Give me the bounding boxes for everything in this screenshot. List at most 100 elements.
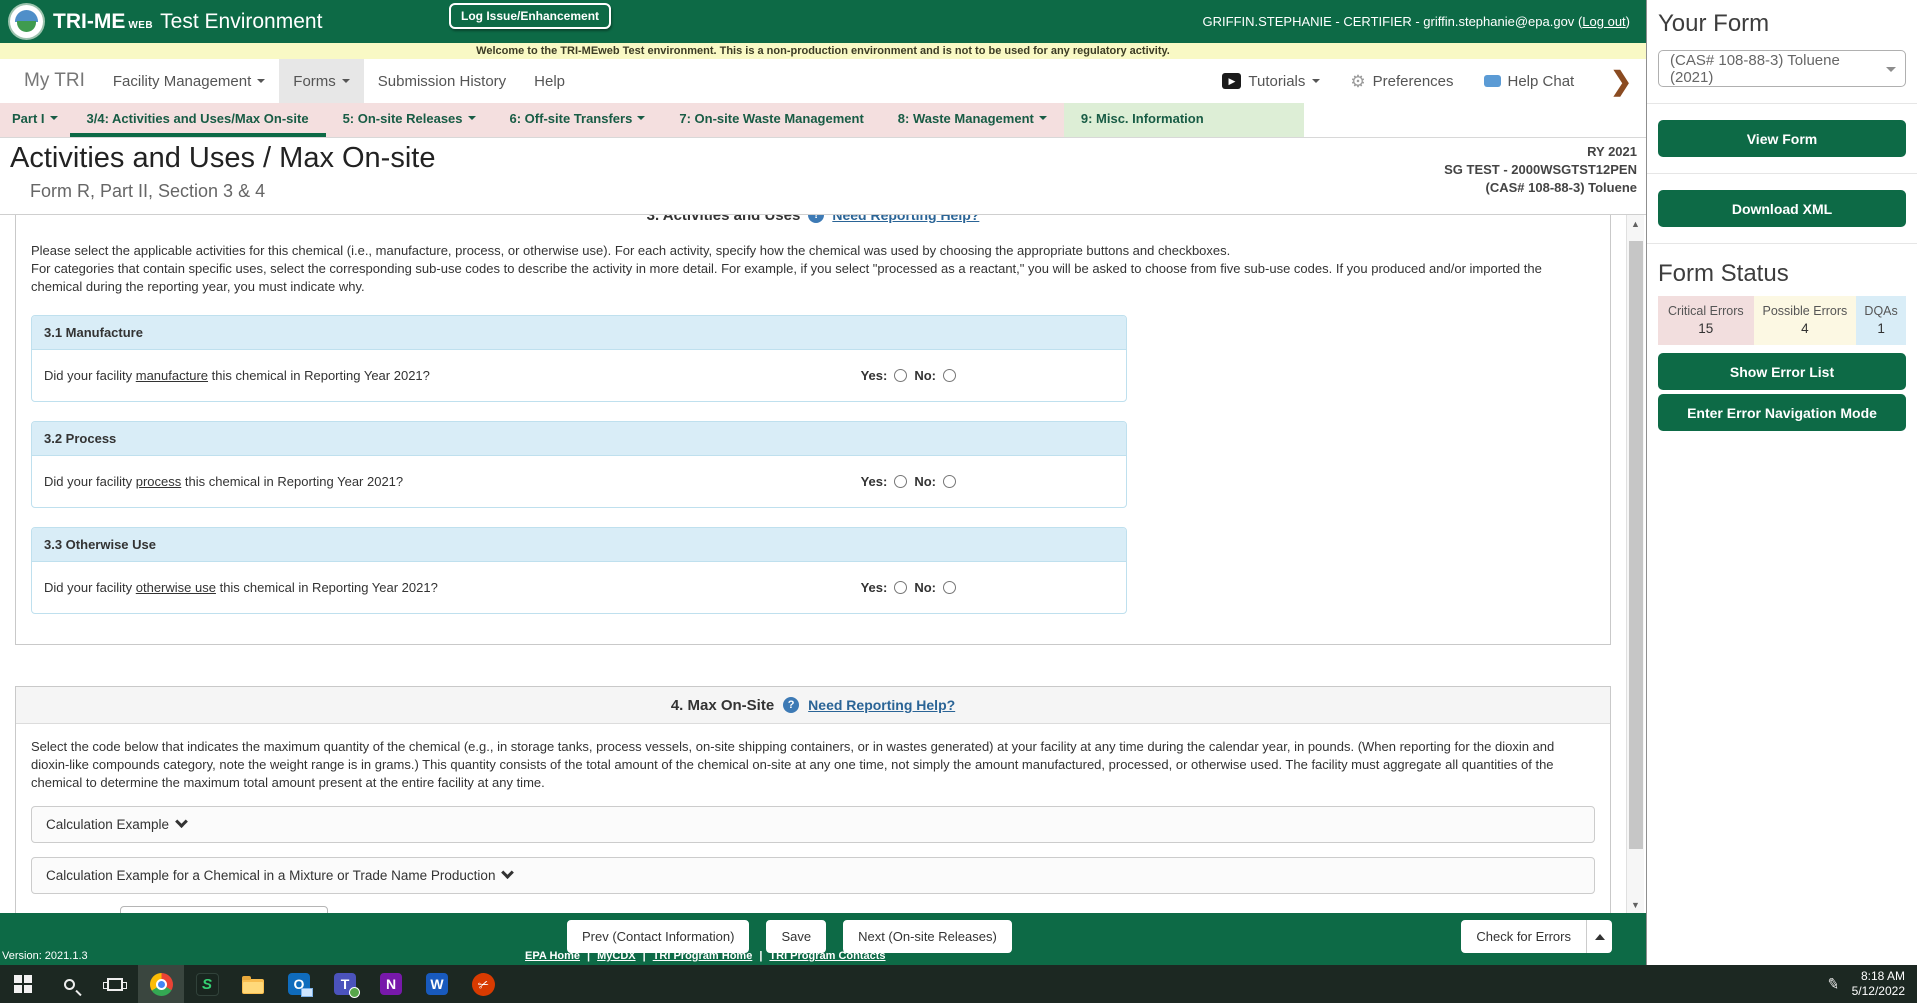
otherwise-use-yes-no: Yes: No: bbox=[861, 580, 956, 595]
help-question-icon: ? bbox=[808, 215, 825, 223]
next-button[interactable]: Next (On-site Releases) bbox=[843, 920, 1012, 953]
max-onsite-code-select[interactable]: Select a Max On-site Code bbox=[120, 906, 329, 913]
footer-link-mycdx[interactable]: MyCDX bbox=[597, 950, 636, 962]
critical-errors-chip: Critical Errors 15 bbox=[1658, 296, 1754, 345]
question-text: Did your facility otherwise use this che… bbox=[44, 580, 438, 595]
form-content: 3. Activities and Uses ? Need Reporting … bbox=[0, 215, 1646, 913]
nav-forms[interactable]: Forms bbox=[279, 59, 364, 103]
calculation-example-accordion[interactable]: Calculation Example bbox=[31, 806, 1595, 843]
footer-link-tri-program-contacts[interactable]: TRI Program Contacts bbox=[769, 950, 885, 962]
divider bbox=[1647, 103, 1917, 104]
section-4-help-link[interactable]: Need Reporting Help? bbox=[808, 697, 955, 713]
section-3-help-link[interactable]: Need Reporting Help? bbox=[832, 215, 979, 223]
taskbar-word-button[interactable]: W bbox=[414, 965, 460, 1003]
section-4-max-onsite: 4. Max On-Site ? Need Reporting Help? Se… bbox=[15, 686, 1611, 913]
pen-icon[interactable]: ✎ bbox=[1826, 974, 1842, 994]
download-xml-button[interactable]: Download XML bbox=[1658, 190, 1906, 227]
logout-link[interactable]: Log out bbox=[1582, 14, 1625, 29]
view-form-button[interactable]: View Form bbox=[1658, 120, 1906, 157]
video-icon: ▶ bbox=[1222, 73, 1242, 89]
snipping-tool-icon: ✂ bbox=[468, 969, 498, 999]
chevron-right-icon[interactable]: ❯ bbox=[1610, 68, 1632, 94]
nav-help[interactable]: Help bbox=[520, 59, 579, 103]
process-no-radio[interactable] bbox=[943, 475, 956, 488]
taskbar-teams-button[interactable]: T bbox=[322, 965, 368, 1003]
caret-down-icon bbox=[1312, 79, 1321, 83]
onenote-icon: N bbox=[380, 973, 402, 995]
brand-web: WEB bbox=[128, 19, 154, 31]
show-error-list-button[interactable]: Show Error List bbox=[1658, 353, 1906, 390]
scrollbar-thumb[interactable] bbox=[1629, 241, 1643, 849]
log-issue-button[interactable]: Log Issue/Enhancement bbox=[449, 3, 612, 29]
form-status-title: Form Status bbox=[1658, 260, 1789, 287]
panel-otherwise-use: 3.3 Otherwise Use Did your facility othe… bbox=[31, 527, 1127, 614]
task-view-button[interactable] bbox=[92, 965, 138, 1003]
footer-link-tri-program-home[interactable]: TRI Program Home bbox=[653, 950, 753, 962]
nav-my-tri[interactable]: My TRI bbox=[10, 59, 99, 103]
caret-down-icon bbox=[257, 79, 266, 83]
question-text: Did your facility manufacture this chemi… bbox=[44, 368, 430, 383]
test-environment-banner: Welcome to the TRI-MEweb Test environmen… bbox=[0, 43, 1646, 59]
scroll-down-arrow[interactable]: ▼ bbox=[1627, 896, 1644, 913]
footer-links: EPA Home | MyCDX | TRI Program Home | TRI P… bbox=[525, 950, 886, 962]
manufacture-yes-radio[interactable] bbox=[894, 369, 908, 382]
dqas-chip: DQAs 1 bbox=[1856, 296, 1907, 345]
snagit-icon: S bbox=[195, 972, 219, 996]
possible-errors-count: 4 bbox=[1801, 321, 1809, 336]
user-name-role: GRIFFIN.STEPHANIE - CERTIFIER - griffin.… bbox=[1202, 14, 1575, 29]
taskbar-snagit-button[interactable]: S bbox=[184, 965, 230, 1003]
epa-logo bbox=[10, 5, 43, 38]
nav-facility-management[interactable]: Facility Management bbox=[99, 59, 279, 103]
chat-bubble-icon bbox=[1483, 75, 1501, 87]
scroll-up-arrow[interactable]: ▲ bbox=[1627, 215, 1644, 232]
check-for-errors-group: Check for Errors bbox=[1461, 920, 1612, 953]
tab-misc-information[interactable]: 9: Misc. Information bbox=[1063, 103, 1304, 137]
tab-part-i[interactable]: Part I bbox=[0, 103, 70, 137]
panel-process: 3.2 Process Did your facility process th… bbox=[31, 421, 1127, 508]
process-yes-no: Yes: No: bbox=[861, 474, 956, 489]
taskbar-clock[interactable]: 8:18 AM 5/12/2022 bbox=[1852, 969, 1905, 999]
caret-down-icon bbox=[1886, 67, 1896, 72]
nav-tutorials[interactable]: ▶ Tutorials bbox=[1222, 73, 1321, 90]
section-3-activities-uses: 3. Activities and Uses ? Need Reporting … bbox=[15, 215, 1611, 645]
taskbar-chrome-button[interactable] bbox=[138, 965, 184, 1003]
otherwise-use-yes-radio[interactable] bbox=[894, 581, 908, 594]
taskbar-onenote-button[interactable]: N bbox=[368, 965, 414, 1003]
facility-name: SG TEST - 2000WSGTST12PEN bbox=[1444, 162, 1637, 177]
tab-offsite-transfers[interactable]: 6: Off-site Transfers bbox=[493, 103, 663, 137]
max-onsite-row: Max On-site: Select a Max On-site Code bbox=[31, 906, 1595, 913]
panel-process-question-row: Did your facility process this chemical … bbox=[32, 456, 1126, 507]
taskbar-snipping-tool-button[interactable]: ✂ bbox=[460, 965, 506, 1003]
main-nav: My TRI Facility Management Forms Submiss… bbox=[0, 59, 1646, 103]
tri-meweb-app: TRI-ME WEB Test Environment Log Issue/En… bbox=[0, 0, 1917, 1003]
nav-help-chat[interactable]: Help Chat bbox=[1483, 73, 1574, 90]
calculation-example-mixture-accordion[interactable]: Calculation Example for a Chemical in a … bbox=[31, 857, 1595, 894]
page-header: Activities and Uses / Max On-site Form R… bbox=[0, 138, 1646, 215]
footer-link-epa-home[interactable]: EPA Home bbox=[525, 950, 580, 962]
check-errors-expand-button[interactable] bbox=[1586, 920, 1612, 953]
windows-taskbar: S O T N W ✂ ✎ 8:18 AM 5/12/2022 bbox=[0, 965, 1917, 1003]
taskbar-file-explorer-button[interactable] bbox=[230, 965, 276, 1003]
tab-waste-management[interactable]: 8: Waste Management bbox=[881, 103, 1064, 137]
form-selector[interactable]: (CAS# 108-88-3) Toluene (2021) bbox=[1658, 50, 1906, 87]
taskbar-outlook-button[interactable]: O bbox=[276, 965, 322, 1003]
taskbar-search-button[interactable] bbox=[46, 965, 92, 1003]
caret-down-icon bbox=[637, 116, 646, 120]
tab-onsite-waste-management[interactable]: 7: On-site Waste Management bbox=[662, 103, 880, 137]
process-yes-radio[interactable] bbox=[894, 475, 908, 488]
save-button[interactable]: Save bbox=[766, 920, 827, 953]
manufacture-no-radio[interactable] bbox=[943, 369, 956, 382]
error-navigation-mode-button[interactable]: Enter Error Navigation Mode bbox=[1658, 394, 1906, 431]
otherwise-use-no-radio[interactable] bbox=[943, 581, 956, 594]
check-for-errors-button[interactable]: Check for Errors bbox=[1461, 920, 1586, 953]
tab-activities-uses-max-onsite[interactable]: 3/4: Activities and Uses/Max On-site bbox=[69, 103, 326, 137]
prev-button[interactable]: Prev (Contact Information) bbox=[567, 920, 750, 953]
panel-manufacture: 3.1 Manufacture Did your facility manufa… bbox=[31, 315, 1127, 402]
app-brand: TRI-ME WEB Test Environment bbox=[53, 10, 322, 34]
start-button[interactable] bbox=[0, 965, 46, 1003]
nav-preferences[interactable]: ⚙ Preferences bbox=[1350, 73, 1453, 90]
tab-onsite-releases[interactable]: 5: On-site Releases bbox=[326, 103, 493, 137]
nav-submission-history[interactable]: Submission History bbox=[364, 59, 520, 103]
content-scrollbar[interactable]: ▲ ▼ bbox=[1626, 215, 1644, 913]
reporting-year: RY 2021 bbox=[1587, 144, 1637, 159]
